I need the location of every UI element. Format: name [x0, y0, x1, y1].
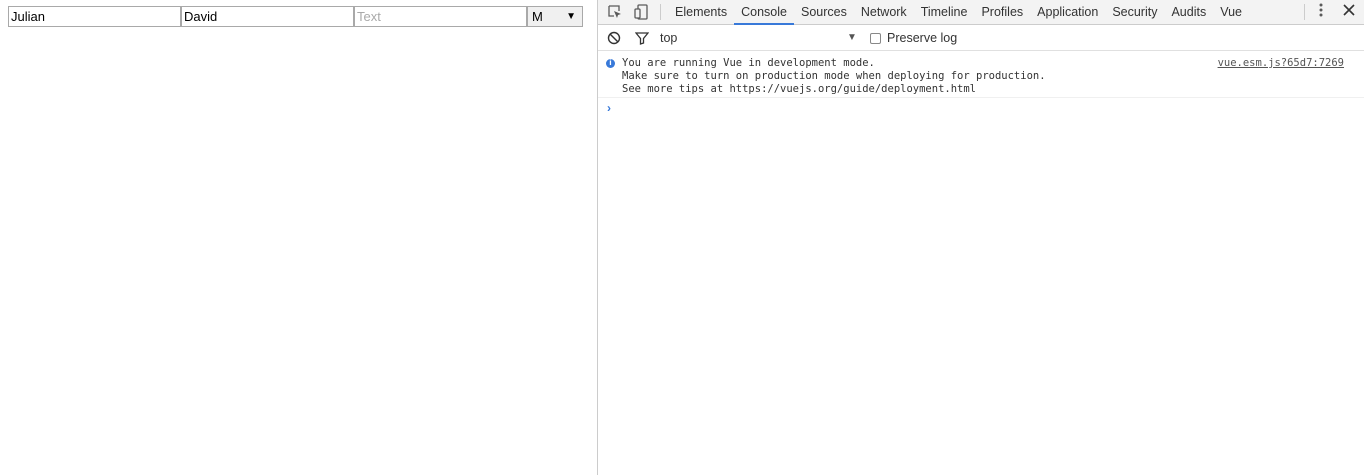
message-source-link[interactable]: vue.esm.js?65d7:7269 — [1218, 57, 1344, 70]
console-message: i You are running Vue in development mod… — [598, 53, 1364, 98]
console-toolbar: top ▼ Preserve log — [598, 26, 1364, 51]
tab-vue[interactable]: Vue — [1213, 0, 1249, 25]
filter-icon[interactable] — [634, 30, 650, 46]
tab-sources[interactable]: Sources — [794, 0, 854, 25]
devtools-panel: Elements Console Sources Network Timelin… — [598, 0, 1364, 475]
console-message-text: You are running Vue in development mode.… — [622, 57, 1046, 95]
text-input[interactable] — [354, 6, 527, 27]
close-icon[interactable] — [1340, 3, 1358, 21]
tab-timeline[interactable]: Timeline — [914, 0, 975, 25]
tab-network[interactable]: Network — [854, 0, 914, 25]
tabbar-divider-right — [1304, 4, 1305, 20]
last-name-input[interactable] — [181, 6, 354, 27]
devtools-tabbar: Elements Console Sources Network Timelin… — [598, 0, 1364, 25]
inspect-icon[interactable] — [606, 3, 624, 21]
info-icon: i — [606, 59, 615, 68]
device-toggle-icon[interactable] — [632, 3, 650, 21]
page-area: M ▼ — [0, 0, 597, 475]
select-arrow-icon: ▼ — [566, 11, 576, 22]
gender-select[interactable]: M ▼ — [527, 6, 583, 27]
tab-console[interactable]: Console — [734, 0, 794, 25]
first-name-input[interactable] — [8, 6, 181, 27]
console-prompt[interactable]: › — [607, 101, 611, 115]
clear-console-icon[interactable] — [606, 30, 622, 46]
tab-security[interactable]: Security — [1105, 0, 1164, 25]
context-dropdown-icon[interactable]: ▼ — [847, 32, 857, 43]
tab-audits[interactable]: Audits — [1164, 0, 1213, 25]
tab-profiles[interactable]: Profiles — [974, 0, 1030, 25]
select-value: M — [532, 9, 543, 24]
tab-elements[interactable]: Elements — [668, 0, 734, 25]
devtools-tabs: Elements Console Sources Network Timelin… — [668, 0, 1249, 25]
preserve-log-toggle[interactable]: Preserve log — [870, 31, 957, 45]
tabbar-divider — [660, 4, 661, 20]
tab-application[interactable]: Application — [1030, 0, 1105, 25]
preserve-log-checkbox[interactable] — [870, 32, 881, 44]
form-row: M ▼ — [8, 6, 583, 27]
more-icon[interactable] — [1314, 3, 1328, 21]
context-selector[interactable]: top — [660, 31, 677, 45]
preserve-log-label: Preserve log — [887, 31, 958, 45]
